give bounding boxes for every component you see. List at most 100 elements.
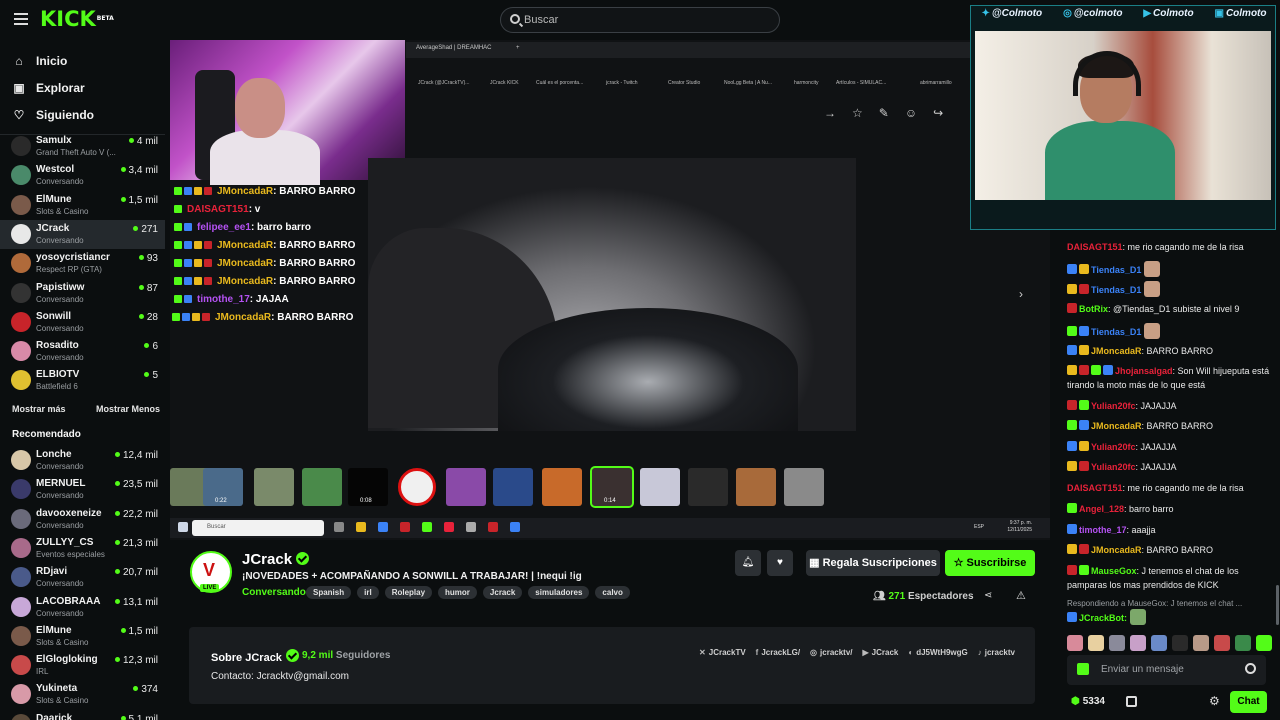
chat-send-button[interactable]: Chat xyxy=(1230,691,1267,713)
chat-username[interactable]: Jhojansalgad xyxy=(1115,366,1173,376)
video-thumbnail[interactable] xyxy=(688,468,728,506)
video-player[interactable]: AverageShad | DREAMHAC + JCrack (@JCrack… xyxy=(170,40,1050,540)
stream-tag[interactable]: Jcrack xyxy=(482,586,523,599)
emote-icon[interactable] xyxy=(1235,635,1251,651)
page-scrollbar[interactable] xyxy=(1276,585,1279,625)
sidebar-channel[interactable]: davooxeneize Conversando 22,2 mil xyxy=(0,505,165,534)
nav-explore[interactable]: ▣ Explorar xyxy=(12,78,84,98)
video-thumbnail[interactable] xyxy=(784,468,824,506)
social-link[interactable]: ◎ jcracktv/ xyxy=(810,648,852,657)
emote-icon[interactable] xyxy=(1088,635,1104,651)
chat-username[interactable]: MauseGox xyxy=(1091,566,1137,576)
gift-subs-button[interactable]: ▦ Regala Suscripciones xyxy=(806,550,940,576)
chat-input[interactable]: Enviar un mensaje xyxy=(1067,655,1266,685)
gear-icon[interactable]: ⚙ xyxy=(1209,694,1220,708)
chat-username[interactable]: timothe_17 xyxy=(1079,525,1127,535)
sidebar-channel[interactable]: Rosadito Conversando 6 xyxy=(0,337,165,366)
sidebar-channel[interactable]: Sonwill Conversando 28 xyxy=(0,308,165,337)
stream-tag[interactable]: irl xyxy=(357,586,379,599)
show-less-button[interactable]: Mostrar Menos xyxy=(96,404,160,414)
channel-points[interactable]: ⬢ 5334 xyxy=(1071,696,1105,707)
video-thumbnail[interactable] xyxy=(493,468,533,506)
channel-name[interactable]: JCrack xyxy=(242,551,310,568)
stream-tag[interactable]: Roleplay xyxy=(384,586,433,599)
emote-icon[interactable] xyxy=(1193,635,1209,651)
sidebar-channel[interactable]: LACOBRAAA Conversando 13,1 mil xyxy=(0,593,165,622)
sidebar-channel[interactable]: Lonche Conversando 12,4 mil xyxy=(0,446,165,475)
share-icon[interactable]: ⋖ xyxy=(984,590,992,601)
chat-username[interactable]: DAISAGT151 xyxy=(1067,483,1123,493)
sidebar-channel[interactable]: ElGlogloking IRL 12,3 mil xyxy=(0,651,165,680)
sidebar-channel[interactable]: Yukineta Slots & Casino 374 xyxy=(0,680,165,709)
nav-following[interactable]: ♡ Siguiendo xyxy=(12,105,94,125)
gift-icon: ▦ xyxy=(809,557,823,569)
sidebar-channel[interactable]: Samulx Grand Theft Auto V (... 4 mil xyxy=(0,132,165,161)
video-thumbnail[interactable] xyxy=(736,468,776,506)
social-link[interactable]: ▶ JCrack xyxy=(863,648,899,657)
social-link[interactable]: ✕ JCrackTV xyxy=(699,648,746,657)
chat-username[interactable]: BotRix xyxy=(1079,304,1108,314)
chat-username[interactable]: JMoncadaR xyxy=(1091,421,1142,431)
live-dot-icon xyxy=(138,284,144,290)
video-thumbnail[interactable] xyxy=(398,468,436,506)
sidebar-channel[interactable]: ELBIOTV Battlefield 6 5 xyxy=(0,366,165,395)
emote-icon[interactable] xyxy=(1067,635,1083,651)
sidebar-channel[interactable]: Papistiww Conversando 87 xyxy=(0,279,165,308)
stream-tag[interactable]: simuladores xyxy=(528,586,590,599)
emote-icon[interactable] xyxy=(1109,635,1125,651)
sidebar-channel[interactable]: ZULLYY_CS Eventos especiales 21,3 mil xyxy=(0,534,165,563)
sidebar-channel[interactable]: JCrack Conversando 271 xyxy=(0,219,165,249)
calendar-icon[interactable] xyxy=(1126,696,1137,707)
menu-icon[interactable] xyxy=(14,13,28,25)
kick-logo[interactable]: KICKBETA xyxy=(40,8,114,30)
report-icon[interactable]: ⚠ xyxy=(1016,589,1026,602)
stream-tag[interactable]: humor xyxy=(438,586,477,599)
stream-tag[interactable]: Spanish xyxy=(306,586,352,599)
sidebar-channel[interactable]: MERNUEL Conversando 23,5 mil xyxy=(0,475,165,504)
chat-username[interactable]: JMoncadaR xyxy=(1091,346,1142,356)
chat-username[interactable]: Tiendas_D1 xyxy=(1091,285,1141,295)
chat-username[interactable]: JCrackBot: xyxy=(1079,613,1127,623)
sidebar-channel[interactable]: yosoycristiancr Respect RP (GTA) 93 xyxy=(0,249,165,278)
chat-username[interactable]: Tiendas_D1 xyxy=(1091,265,1141,275)
subscribe-button[interactable]: ☆ Suscribirse xyxy=(945,550,1035,576)
emote-icon[interactable] xyxy=(1130,635,1146,651)
sidebar-channel[interactable]: Daarick 5,1 mil xyxy=(0,710,165,720)
chat-username[interactable]: Yulian20fc xyxy=(1091,442,1136,452)
chevron-right-icon[interactable]: › xyxy=(1019,287,1023,301)
video-thumbnail[interactable] xyxy=(542,468,582,506)
sidebar-channel[interactable]: Westcol Conversando 3,4 mil xyxy=(0,161,165,190)
social-link[interactable]: f JcrackLG/ xyxy=(756,648,800,657)
social-link[interactable]: ♪ jcracktv xyxy=(978,648,1015,657)
sidebar-channel[interactable]: ElMune Slots & Casino 1,5 mil xyxy=(0,622,165,651)
search-input[interactable]: Buscar xyxy=(500,7,780,33)
chat-username[interactable]: JMoncadaR xyxy=(1091,545,1142,555)
stream-tag[interactable]: calvo xyxy=(595,586,630,599)
chat-username[interactable]: DAISAGT151 xyxy=(1067,242,1123,252)
chat-username[interactable]: Yulian20fc xyxy=(1091,401,1136,411)
show-more-button[interactable]: Mostrar más xyxy=(12,404,66,414)
follow-heart-button[interactable]: ♥ xyxy=(767,550,793,576)
chat-username[interactable]: Tiendas_D1 xyxy=(1091,327,1141,337)
video-thumbnail[interactable] xyxy=(640,468,680,506)
chat-username[interactable]: Yulian20fc xyxy=(1091,462,1136,472)
emoji-icon[interactable] xyxy=(1245,663,1256,674)
chat-username[interactable]: Angel_128 xyxy=(1079,504,1124,514)
nav-home[interactable]: ⌂ Inicio xyxy=(12,51,67,71)
notification-bell-button[interactable]: 🔔︎ xyxy=(735,550,761,576)
video-thumbnail[interactable] xyxy=(254,468,294,506)
video-thumbnail[interactable] xyxy=(446,468,486,506)
chat-identity-icon[interactable] xyxy=(1077,663,1089,675)
sidebar-channel[interactable]: RDjavi Conversando 20,7 mil xyxy=(0,563,165,592)
bookmark: jcrack - Twitch xyxy=(606,80,638,86)
social-link[interactable]: ◐ dJ5WtH9wgG xyxy=(908,648,967,657)
sidebar-channel[interactable]: ElMune Slots & Casino 1,5 mil xyxy=(0,191,165,220)
guest-social-handles: ✦ @Colmoto ◎ @colmoto ▶ Colmoto ▣ Colmoto xyxy=(971,8,1277,30)
video-thumbnail[interactable] xyxy=(302,468,342,506)
stream-category[interactable]: Conversando xyxy=(242,587,306,598)
emote-icon[interactable] xyxy=(1172,635,1188,651)
chat-text: : @Tiendas_D1 subiste al nivel 9 xyxy=(1108,304,1240,314)
emote-icon[interactable] xyxy=(1151,635,1167,651)
emote-icon[interactable] xyxy=(1256,635,1272,651)
emote-icon[interactable] xyxy=(1214,635,1230,651)
